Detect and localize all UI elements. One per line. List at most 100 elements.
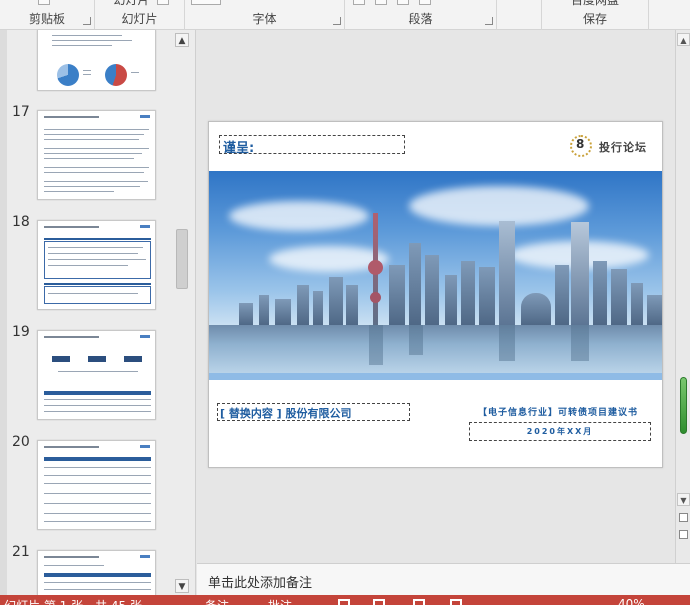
slide-thumbnail[interactable] bbox=[37, 440, 156, 530]
flow-node bbox=[124, 356, 142, 362]
skyline-image[interactable] bbox=[209, 171, 662, 373]
thumb-logo bbox=[140, 335, 150, 338]
text-line bbox=[48, 259, 146, 260]
scrollbar-thumb[interactable] bbox=[680, 377, 687, 434]
font-launcher-icon[interactable] bbox=[333, 17, 341, 25]
text-line bbox=[44, 186, 140, 187]
table-row bbox=[44, 411, 151, 412]
scroll-down-icon[interactable]: ▼ bbox=[175, 579, 189, 593]
normal-view-icon[interactable] bbox=[338, 599, 350, 605]
ribbon-group-font[interactable]: 字体 bbox=[185, 0, 345, 30]
text-line bbox=[44, 565, 104, 566]
section-bar bbox=[44, 238, 151, 240]
table-row bbox=[44, 582, 151, 583]
river bbox=[209, 325, 662, 373]
table-row bbox=[44, 399, 151, 400]
building bbox=[499, 221, 515, 325]
legend-line bbox=[131, 72, 139, 73]
submit-label: 谨呈: bbox=[223, 141, 255, 156]
paragraph-launcher-icon[interactable] bbox=[485, 17, 493, 25]
text-line bbox=[48, 247, 143, 248]
font-name-icon bbox=[191, 0, 221, 5]
logo-mark: 8 bbox=[576, 137, 585, 151]
text-line bbox=[52, 40, 132, 41]
status-bar: 幻灯片 第 1 张，共 45 张 备注 批注 40% bbox=[0, 595, 690, 605]
company-name: [ 替换内容 ] 股份有限公司 bbox=[220, 407, 352, 420]
ribbon-group-label: 幻灯片 bbox=[121, 12, 158, 26]
text-line bbox=[48, 265, 128, 266]
date-textbox[interactable]: 2020年XX月 bbox=[469, 422, 651, 441]
clipboard-launcher-icon[interactable] bbox=[83, 17, 91, 25]
notes-pane[interactable]: 单击此处添加备注 bbox=[197, 563, 690, 595]
align-left-icon bbox=[353, 0, 365, 5]
thumb-logo bbox=[140, 445, 150, 448]
building bbox=[239, 303, 253, 325]
slide-count-status: 幻灯片 第 1 张，共 45 张 bbox=[4, 597, 142, 605]
slide-thumbnail[interactable] bbox=[37, 550, 156, 595]
pie-chart-icon bbox=[57, 64, 79, 86]
scrollbar-thumb[interactable] bbox=[176, 229, 188, 289]
justify-icon bbox=[419, 0, 431, 5]
ribbon-group-slides[interactable]: 幻灯片 幻灯片 bbox=[95, 0, 185, 30]
notes-toggle[interactable]: 备注 bbox=[205, 597, 229, 605]
flow-node bbox=[52, 356, 70, 362]
text-line bbox=[44, 167, 149, 168]
thumbnail-scrollbar[interactable]: ▲ ▼ bbox=[175, 33, 191, 593]
slideshow-icon[interactable] bbox=[450, 599, 462, 605]
reflection bbox=[369, 325, 383, 365]
text-line bbox=[44, 139, 139, 140]
thumb-title bbox=[44, 446, 99, 448]
layout-icon bbox=[157, 0, 169, 5]
ribbon-group-baidu[interactable]: 百度网盘 保存 bbox=[541, 0, 649, 30]
building bbox=[461, 261, 475, 325]
text-line bbox=[44, 158, 134, 159]
submit-to-textbox[interactable]: 谨呈: bbox=[219, 135, 405, 156]
text-line bbox=[52, 45, 112, 46]
next-slide-icon[interactable] bbox=[679, 530, 688, 539]
notes-placeholder: 单击此处添加备注 bbox=[208, 576, 313, 591]
text-line bbox=[48, 253, 138, 254]
thumb-title bbox=[44, 116, 99, 118]
building bbox=[555, 265, 569, 325]
text-line bbox=[44, 153, 142, 154]
table-header bbox=[44, 457, 151, 461]
slide-thumbnail[interactable] bbox=[37, 30, 156, 91]
ribbon-group-label: 段落 bbox=[408, 12, 433, 26]
zoom-level[interactable]: 40% bbox=[618, 597, 645, 605]
slide-sorter-icon[interactable] bbox=[373, 599, 385, 605]
slide-number: 17 bbox=[12, 104, 30, 120]
flow-node bbox=[88, 356, 106, 362]
building bbox=[611, 269, 627, 325]
text-line bbox=[52, 35, 122, 36]
slide-number: 21 bbox=[12, 544, 30, 560]
building bbox=[571, 222, 589, 325]
table-row bbox=[44, 589, 151, 590]
date-text: 2020年XX月 bbox=[526, 427, 594, 436]
slide-thumbnail[interactable] bbox=[37, 110, 156, 200]
company-textbox[interactable]: [ 替换内容 ] 股份有限公司 bbox=[217, 403, 410, 421]
scroll-up-icon[interactable]: ▲ bbox=[677, 33, 690, 46]
content-box bbox=[44, 286, 151, 304]
text-line bbox=[44, 191, 114, 192]
scroll-down-icon[interactable]: ▼ bbox=[677, 493, 690, 506]
slide-thumbnail[interactable] bbox=[37, 330, 156, 420]
reflection bbox=[499, 325, 515, 361]
ribbon-group-paragraph[interactable]: 段落 bbox=[345, 0, 497, 30]
building bbox=[259, 295, 269, 325]
building bbox=[275, 299, 291, 325]
project-title[interactable]: 【电子信息行业】可转债项目建议书 bbox=[478, 405, 638, 418]
slide-scrollbar[interactable]: ▲ ▼ bbox=[675, 30, 690, 563]
comments-toggle[interactable]: 批注 bbox=[268, 597, 292, 605]
align-center-icon bbox=[375, 0, 387, 5]
scroll-up-icon[interactable]: ▲ bbox=[175, 33, 189, 47]
building bbox=[521, 293, 551, 325]
ribbon-group-label: 剪贴板 bbox=[28, 12, 65, 26]
cloud bbox=[229, 201, 369, 231]
previous-slide-icon[interactable] bbox=[679, 513, 688, 522]
reading-view-icon[interactable] bbox=[413, 599, 425, 605]
baidu-netdisk-label[interactable]: 百度网盘 bbox=[542, 0, 648, 8]
section-bar bbox=[44, 283, 151, 285]
flow-line bbox=[58, 371, 138, 372]
slide-number: 18 bbox=[12, 214, 30, 230]
slide-thumbnail[interactable] bbox=[37, 220, 156, 310]
